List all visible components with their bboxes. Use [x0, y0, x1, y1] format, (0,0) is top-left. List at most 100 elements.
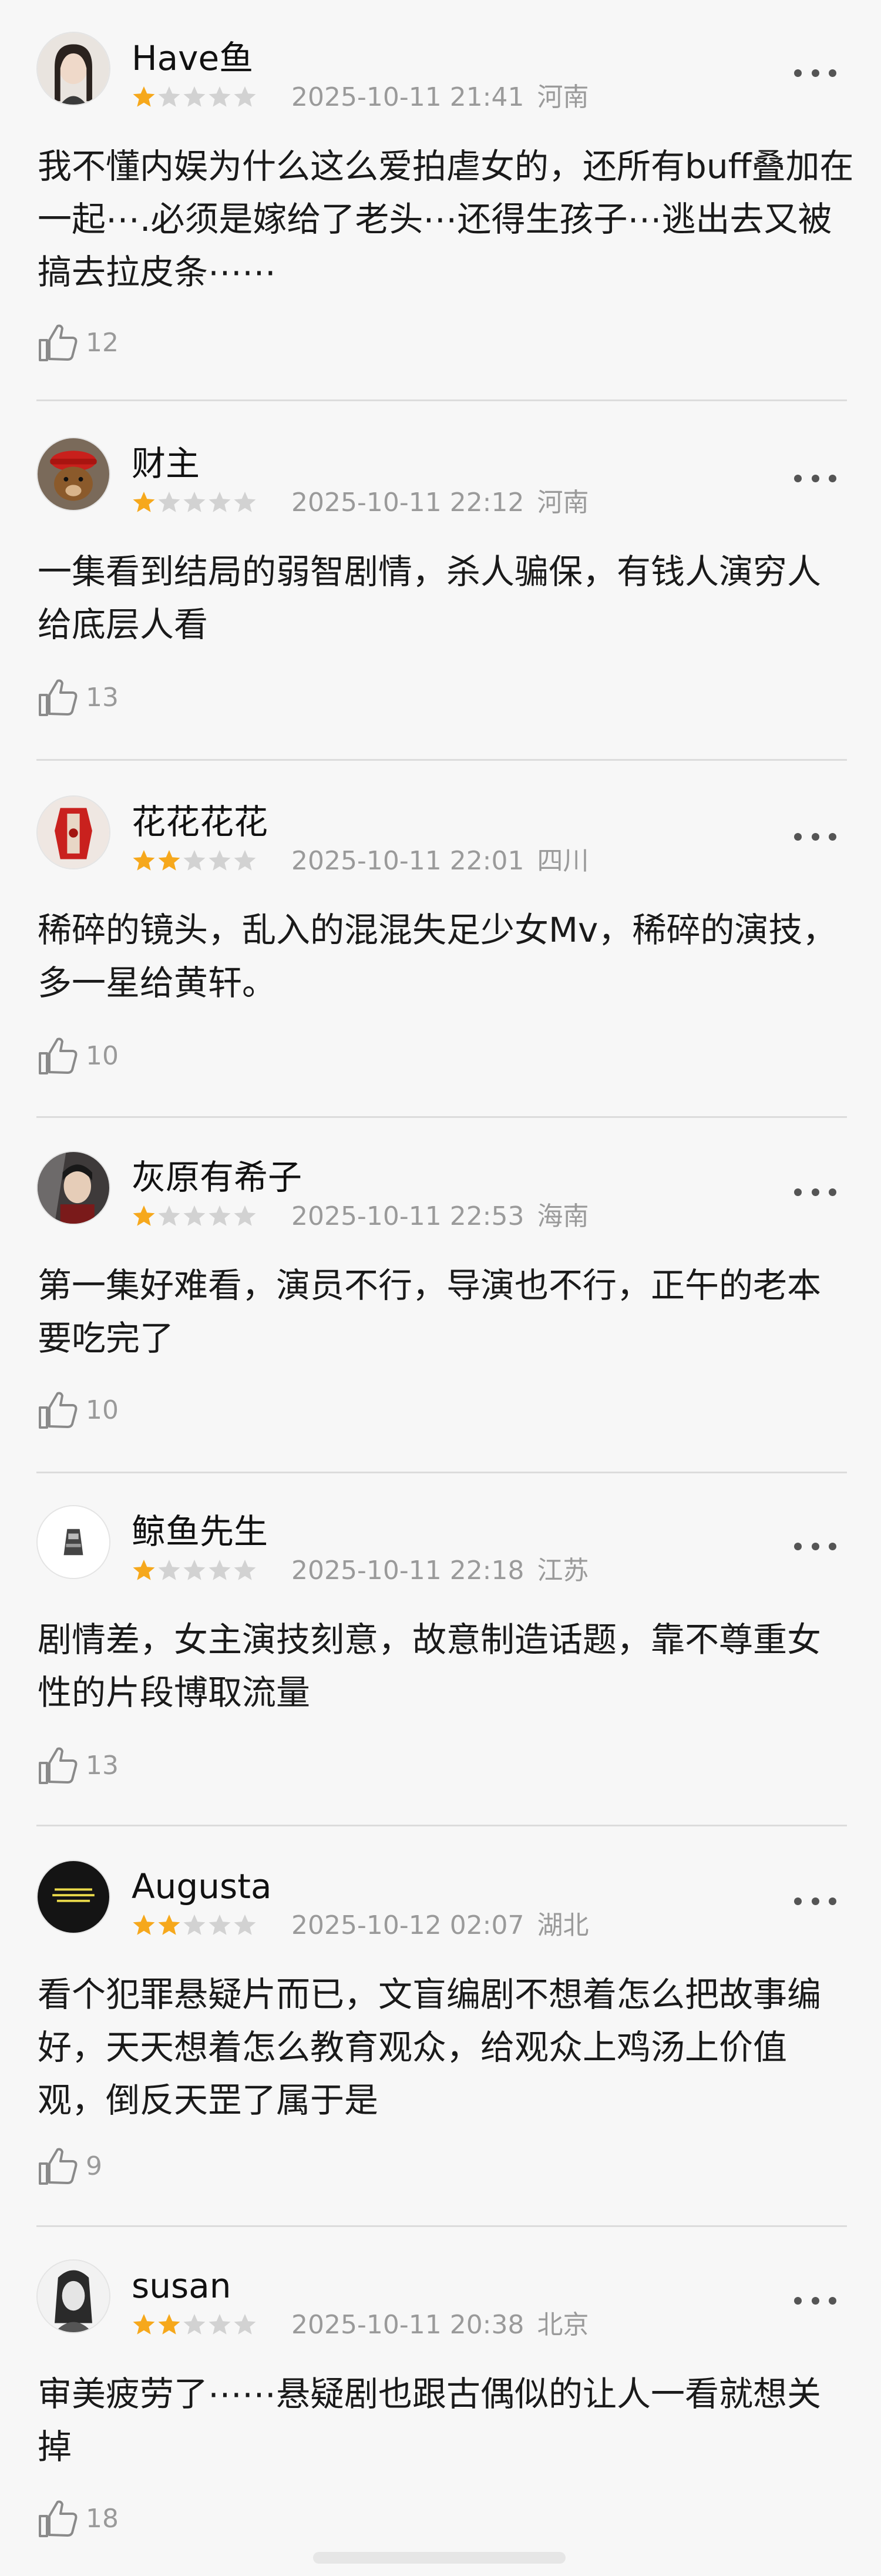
rating-stars [132, 1204, 258, 1230]
comment-text: 一集看到结局的弱智剧情，杀人骗保，有钱人演穷人给底层人看 [38, 552, 822, 644]
comment-meta: 2025-10-11 22:18 江苏 [291, 1556, 589, 1586]
star-empty-icon [157, 1204, 181, 1228]
star-filled-icon [157, 1913, 181, 1937]
comment-meta: 2025-10-11 22:53 海南 [291, 1201, 589, 1232]
star-empty-icon [182, 490, 207, 515]
comment-location: 河南 [537, 488, 589, 518]
comment-location: 海南 [537, 1201, 589, 1231]
comment-meta: 2025-10-11 22:12 河南 [291, 488, 589, 518]
thumbs-up-icon [35, 320, 80, 365]
rating-stars [132, 85, 258, 110]
star-empty-icon [233, 490, 257, 515]
star-empty-icon [233, 1558, 257, 1583]
like-button[interactable]: 13 [35, 1739, 119, 1792]
rating-stars [132, 848, 258, 874]
more-dots-icon [794, 1897, 802, 1905]
thumbs-up-icon [35, 1033, 80, 1078]
star-empty-icon [233, 1913, 257, 1937]
star-empty-icon [207, 1558, 232, 1583]
star-filled-icon [132, 848, 156, 873]
username[interactable]: 花花花花 [132, 801, 268, 842]
username[interactable]: susan [132, 2265, 231, 2306]
star-empty-icon [157, 85, 181, 109]
rating-stars [132, 2312, 258, 2338]
star-filled-icon [132, 85, 156, 109]
star-filled-icon [157, 2312, 181, 2337]
thumbs-up-icon [35, 2496, 80, 2541]
star-empty-icon [207, 490, 232, 515]
more-options-button[interactable] [794, 1894, 836, 1908]
rating-stars [132, 1558, 258, 1584]
more-options-button[interactable] [794, 1539, 836, 1553]
thumbs-up-icon [35, 675, 80, 720]
username[interactable]: Have鱼 [132, 38, 253, 79]
like-button[interactable]: 18 [35, 2492, 119, 2545]
more-dots-icon [794, 1542, 802, 1550]
more-dots-icon [794, 474, 802, 482]
like-button[interactable]: 13 [35, 671, 119, 724]
comment-text: 我不懂内娱为什么这么爱拍虐女的，还所有buff叠加在一起⋯.必须是嫁给了老头⋯还… [38, 146, 854, 292]
username[interactable]: Augusta [132, 1866, 272, 1907]
comment-text: 看个犯罪悬疑片而已，文盲编剧不想着怎么把故事编好，天天想着怎么教育观众，给观众上… [38, 1974, 822, 2120]
username[interactable]: 财主 [132, 443, 200, 484]
star-empty-icon [207, 848, 232, 873]
more-options-button[interactable] [794, 1185, 836, 1199]
more-options-button[interactable] [794, 471, 836, 485]
comment-date: 2025-10-11 22:53 [291, 1201, 524, 1231]
more-dots-icon [794, 69, 802, 77]
comment-text: 稀碎的镜头，乱入的混混失足少女Mv，稀碎的演技，多一星给黄轩。 [38, 910, 837, 1003]
more-options-button[interactable] [794, 66, 836, 80]
comment-meta: 2025-10-11 21:41 河南 [291, 82, 589, 113]
user-avatar[interactable] [36, 1505, 110, 1579]
star-empty-icon [207, 1204, 232, 1228]
comment-meta: 2025-10-12 02:07 湖北 [291, 1910, 589, 1941]
star-filled-icon [132, 2312, 156, 2337]
user-avatar[interactable] [36, 32, 110, 106]
comment-text: 审美疲劳了⋯⋯悬疑剧也跟古偶似的让人一看就想关掉 [38, 2374, 822, 2467]
comment-text: 第一集好难看，演员不行，导演也不行，正午的老本要吃完了 [38, 1265, 822, 1358]
username[interactable]: 灰原有希子 [132, 1157, 302, 1198]
comment-location: 江苏 [537, 1556, 589, 1586]
username[interactable]: 鲸鱼先生 [132, 1511, 268, 1552]
more-dots-icon [794, 1188, 802, 1196]
star-empty-icon [207, 85, 232, 109]
star-filled-icon [132, 1204, 156, 1228]
star-empty-icon [182, 1913, 207, 1937]
like-button[interactable]: 10 [35, 1029, 119, 1082]
star-empty-icon [182, 1204, 207, 1228]
more-dots-icon [794, 832, 802, 841]
user-avatar[interactable] [36, 1860, 110, 1934]
comment-date: 2025-10-11 21:41 [291, 82, 524, 112]
comment-text: 剧情差，女主演技刻意，故意制造话题，靠不尊重女性的片段博取流量 [38, 1620, 822, 1712]
like-count: 12 [86, 327, 119, 358]
user-avatar[interactable] [36, 795, 110, 869]
comment-meta: 2025-10-11 20:38 北京 [291, 2310, 589, 2340]
star-filled-icon [132, 490, 156, 515]
thumbs-up-icon [35, 1388, 80, 1432]
like-button[interactable]: 9 [35, 2140, 102, 2192]
divider [36, 1825, 847, 1826]
rating-stars [132, 1913, 258, 1939]
more-options-button[interactable] [794, 2293, 836, 2308]
user-avatar[interactable] [36, 2259, 110, 2333]
comment-date: 2025-10-11 22:12 [291, 488, 524, 518]
star-filled-icon [132, 1913, 156, 1937]
star-empty-icon [233, 848, 257, 873]
rating-stars [132, 490, 258, 516]
like-count: 10 [86, 1040, 119, 1071]
more-options-button[interactable] [794, 829, 836, 844]
home-indicator [313, 2552, 566, 2564]
comment-location: 河南 [537, 82, 589, 112]
star-empty-icon [182, 1558, 207, 1583]
like-count: 9 [86, 2151, 102, 2181]
comment-date: 2025-10-11 20:38 [291, 2310, 524, 2340]
comment-date: 2025-10-11 22:18 [291, 1556, 524, 1586]
like-button[interactable]: 12 [35, 316, 119, 369]
like-button[interactable]: 10 [35, 1383, 119, 1436]
user-avatar[interactable] [36, 1151, 110, 1225]
divider [36, 2225, 847, 2227]
comment-date: 2025-10-12 02:07 [291, 1910, 524, 1940]
user-avatar[interactable] [36, 437, 110, 511]
like-count: 18 [86, 2503, 119, 2534]
star-empty-icon [207, 1913, 232, 1937]
